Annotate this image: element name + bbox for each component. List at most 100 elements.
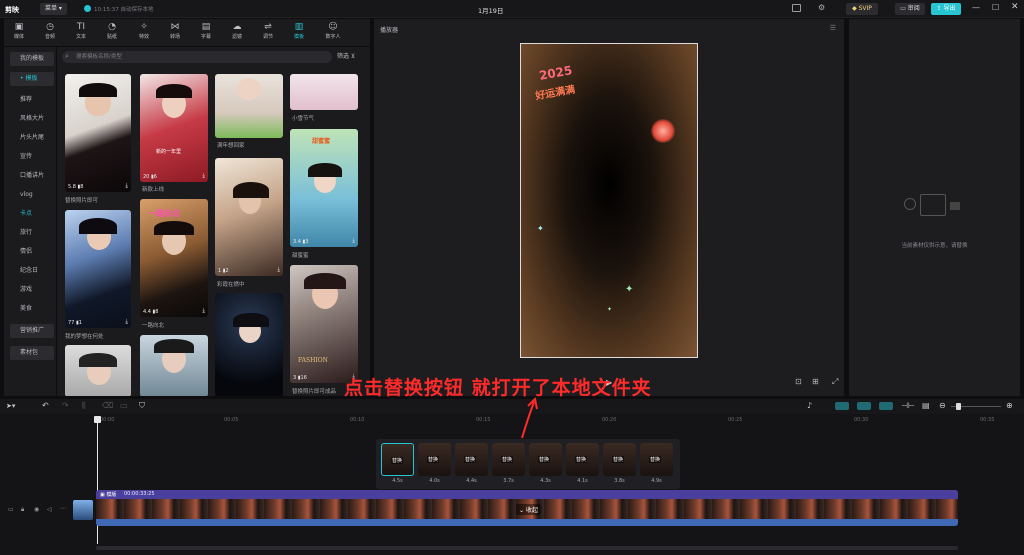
track-cover-thumb[interactable] [73,500,93,520]
replace-button[interactable]: 替换 [464,456,477,463]
visibility-icon[interactable]: ◉ [34,506,39,513]
template-clip[interactable]: 替换 [566,443,599,476]
nav-item-recommend[interactable]: 推荐 [10,93,54,107]
tool-media[interactable]: ▣ 媒体 [6,21,32,45]
tool-effects[interactable]: ✧ 特效 [131,21,157,45]
nav-item-vlog[interactable]: vlog [10,188,54,202]
delete-left-icon[interactable]: ⌫ [102,401,113,410]
cover-icon[interactable]: ▭ [8,506,14,513]
template-card[interactable] [140,335,208,396]
nav-item-beat[interactable]: 卡点 [10,207,54,221]
mic-icon[interactable]: ♪ [807,401,812,410]
layout-icon[interactable] [792,4,801,12]
minimize-icon[interactable]: — [972,3,980,12]
project-title[interactable]: 1月19日 [478,5,503,15]
download-icon[interactable]: ⤓ [125,318,128,326]
zoom-out-icon[interactable]: ⊖ [939,401,946,410]
template-clip[interactable]: 替换 [455,443,488,476]
nav-item-anniversary[interactable]: 纪念日 [10,264,54,278]
nav-item-style[interactable]: 风格大片 [10,112,54,126]
nav-item-promo[interactable]: 宣传 [10,150,54,164]
select-tool-icon[interactable]: ➤▾ [6,402,15,410]
template-card[interactable] [65,345,131,396]
redo-icon[interactable]: ↷ [62,401,69,410]
screenshot-icon[interactable]: ⊡ [795,377,802,386]
ratio-icon[interactable]: ⊞ [812,377,819,386]
tool-filter[interactable]: ☁ 滤镜 [224,21,250,45]
tool-audio[interactable]: ◷ 音频 [37,21,63,45]
tool-avatar[interactable]: ☺ 数字人 [317,21,349,45]
nav-item-talk[interactable]: 口播讲片 [10,169,54,183]
lock-icon[interactable]: 🔒︎ [21,506,24,514]
tool-text[interactable]: TI 文本 [68,21,94,45]
template-card[interactable] [290,74,358,110]
replace-button[interactable]: 替换 [427,456,440,463]
template-card[interactable]: 甜蜜蜜 3.4 ▮3 ⤓ [290,129,358,247]
nav-item-marketing[interactable]: 营销推广 [10,324,54,338]
filter-button[interactable]: 筛选 ⊻ [337,51,365,63]
download-icon[interactable]: ⤓ [277,266,280,274]
undo-icon[interactable]: ↶ [42,401,49,410]
tool-subtitle[interactable]: ▤ 字幕 [193,21,219,45]
close-icon[interactable]: ✕ [1011,2,1019,12]
timeline-scrollbar[interactable] [96,546,958,550]
nav-item-game[interactable]: 游戏 [10,283,54,297]
vip-button[interactable]: ◆ SVIP [846,3,878,15]
template-clip[interactable]: 替换 [381,443,414,476]
review-button[interactable]: ▭ 审阅 [895,3,925,15]
download-icon[interactable]: ⤓ [202,307,205,315]
download-icon[interactable]: ⤓ [352,237,355,245]
replace-button[interactable]: 替换 [391,457,404,464]
template-card[interactable]: 新的一年里 20 ▮6 ⤓ [140,74,208,182]
replace-button[interactable]: 替换 [649,456,662,463]
tool-template[interactable]: ▥ 模板 [286,21,312,45]
template-track[interactable]: ▣ 模版 00:00:33:25 ⌄ 收起 [96,490,958,526]
fullscreen-icon[interactable]: ⤢ [832,377,838,387]
replace-button[interactable]: 替换 [612,456,625,463]
template-clip[interactable]: 替换 [418,443,451,476]
template-card[interactable]: 77 ▮1 ⤓ [65,210,131,328]
search-input[interactable]: 搜索模板名称/类型 [62,51,332,63]
more-icon[interactable]: ⋯ [60,505,66,512]
zoom-slider-handle[interactable] [956,403,961,410]
link-toggle[interactable] [835,402,849,410]
template-card[interactable]: FASHION 3 ▮16 ⤓ [290,265,358,383]
nav-my-templates[interactable]: 我的模板 [10,52,54,66]
maximize-icon[interactable]: ☐ [992,3,999,12]
mute-icon[interactable]: ◁ [47,506,52,513]
nav-item-couple[interactable]: 情侣 [10,245,54,259]
template-card[interactable] [215,293,283,396]
shield-icon[interactable]: ⛉ [139,401,145,411]
time-ruler[interactable]: 00:00 00:05 00:10 00:15 00:20 00:25 00:3… [98,415,1018,426]
replace-button[interactable]: 替换 [501,456,514,463]
settings-icon[interactable]: ⚙ [818,3,825,12]
template-clip[interactable]: 替换 [529,443,562,476]
download-icon[interactable]: ⤓ [202,172,205,180]
export-button[interactable]: ⇪ 导出 [931,3,961,15]
split-icon[interactable]: ⫼ [82,401,86,411]
preview-axis-toggle[interactable] [879,402,893,410]
player-menu-icon[interactable]: ☰ [830,24,836,32]
template-clip[interactable]: 替换 [603,443,636,476]
nav-item-travel[interactable]: 旅行 [10,226,54,240]
zoom-in-icon[interactable]: ⊕ [1006,401,1013,410]
nav-item-template[interactable]: • 模板 [10,72,54,86]
playhead-handle[interactable] [94,416,101,423]
nav-item-food[interactable]: 美食 [10,302,54,316]
nav-item-intro[interactable]: 片头片尾 [10,131,54,145]
tool-adjust[interactable]: ⇌ 调节 [255,21,281,45]
template-clip[interactable]: 替换 [492,443,525,476]
replace-button[interactable]: 替换 [538,456,551,463]
template-clip[interactable]: 替换 [640,443,673,476]
replace-button[interactable]: 替换 [575,456,588,463]
menu-button[interactable]: 菜单 ▾ [40,3,67,15]
collapse-button[interactable]: ⌄ 收起 [516,504,541,515]
download-icon[interactable]: ⤓ [125,182,128,190]
tool-sticker[interactable]: ◔ 贴纸 [99,21,125,45]
nav-item-assets[interactable]: 素材包 [10,346,54,360]
template-card[interactable]: 5.8 ▮8 ⤓ [65,74,131,192]
split-screen-icon[interactable]: ⊣⊢ [901,401,915,410]
tool-transition[interactable]: ⋈ 转场 [162,21,188,45]
template-card[interactable]: 一路向北 4.4 ▮8 ⤓ [140,199,208,317]
template-card[interactable] [215,74,283,138]
